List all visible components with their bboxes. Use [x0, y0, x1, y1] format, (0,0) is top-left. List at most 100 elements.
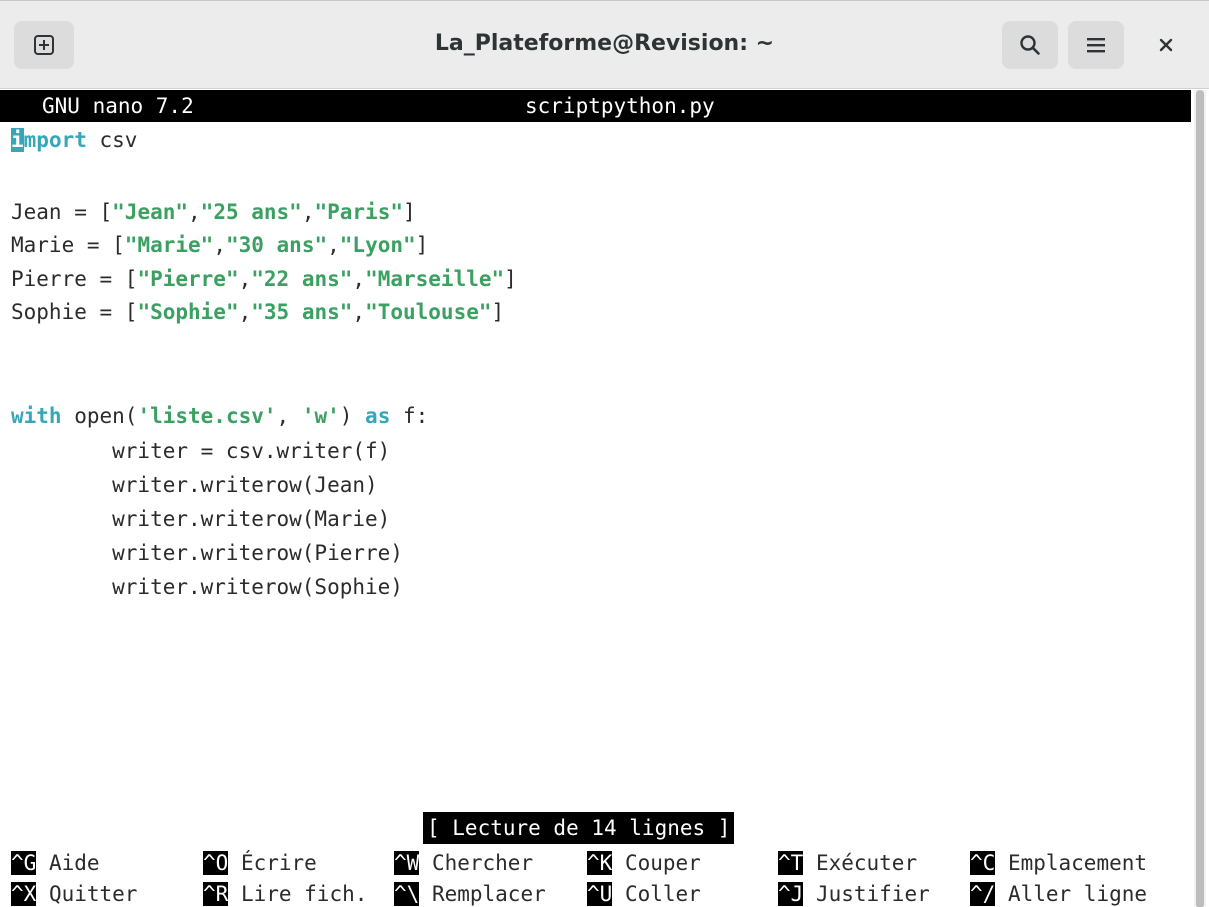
- code-token: ): [339, 404, 366, 428]
- nano-version: GNU nano 7.2: [42, 94, 194, 118]
- code-token: = [: [86, 300, 138, 324]
- code-token: "Jean": [112, 200, 189, 224]
- code-token: ,: [327, 233, 340, 257]
- shortcut-key: ^\: [394, 882, 420, 906]
- shortcut-key: ^T: [778, 851, 804, 875]
- code-line-3: Jean = ["Jean","25 ans","Paris"]: [11, 197, 416, 227]
- shortcut-key: ^C: [970, 851, 996, 875]
- scrollbar-thumb[interactable]: [1196, 90, 1204, 907]
- code-token: with: [11, 404, 62, 428]
- code-line-13: writer.writerow(Pierre): [11, 541, 403, 565]
- shortcut-justify[interactable]: ^J Justifier: [778, 879, 930, 907]
- code-token: "22 ans": [251, 267, 353, 291]
- code-token: ,: [301, 200, 315, 224]
- shortcut-key: ^J: [778, 882, 804, 906]
- code-token: open(: [61, 404, 138, 428]
- code-line-6: Sophie = ["Sophie","35 ans","Toulouse"]: [11, 297, 504, 327]
- shortcut-label: Exécuter: [803, 851, 918, 875]
- shortcut-key: ^/: [970, 882, 996, 906]
- shortcut-label: Emplacement: [995, 851, 1148, 875]
- code-token: "30 ans": [225, 233, 328, 257]
- code-token: ]: [403, 200, 416, 224]
- hamburger-menu-icon: [1087, 38, 1105, 53]
- code-token: ,: [238, 300, 252, 324]
- code-line-14: writer.writerow(Sophie): [11, 575, 403, 599]
- code-token: = [: [86, 267, 138, 291]
- shortcut-label: Chercher: [419, 851, 534, 875]
- shortcut-help[interactable]: ^G Aide: [11, 848, 100, 878]
- nano-filename: scriptpython.py: [525, 94, 715, 118]
- shortcut-key: ^W: [394, 851, 420, 875]
- code-token: ]: [491, 300, 505, 324]
- code-token: "Lyon": [339, 233, 416, 257]
- shortcut-label: Lire fich.: [228, 882, 368, 906]
- shortcut-label: Couper: [612, 851, 701, 875]
- shortcut-cut[interactable]: ^K Couper: [587, 848, 701, 878]
- code-token: "Marie": [124, 233, 214, 257]
- shortcut-write[interactable]: ^O Écrire: [203, 848, 317, 878]
- shortcut-key: ^K: [587, 851, 613, 875]
- code-token: ,: [238, 267, 252, 291]
- code-line-9: with open('liste.csv', 'w') as f:: [11, 401, 428, 431]
- shortcut-label: Aide: [36, 851, 100, 875]
- shortcut-paste[interactable]: ^U Coller: [587, 879, 701, 907]
- shortcut-key: ^G: [11, 851, 37, 875]
- close-icon: [1159, 38, 1173, 52]
- shortcut-label: Coller: [612, 882, 701, 906]
- shortcut-label: Quitter: [36, 882, 138, 906]
- close-button[interactable]: [1136, 21, 1196, 69]
- shortcut-key: ^O: [203, 851, 229, 875]
- menu-button[interactable]: [1068, 21, 1124, 69]
- shortcut-label: Remplacer: [419, 882, 546, 906]
- shortcut-key: ^R: [203, 882, 229, 906]
- code-token: "Paris": [314, 200, 403, 224]
- code-token: "Sophie": [137, 300, 239, 324]
- search-button[interactable]: [1002, 21, 1058, 69]
- code-token: ]: [415, 233, 429, 257]
- nano-header-bar: GNU nano 7.2 scriptpython.py: [0, 90, 1191, 122]
- code-token: "Marseille": [365, 267, 505, 291]
- code-token: ,: [352, 267, 366, 291]
- code-token: "35 ans": [251, 300, 353, 324]
- shortcut-row-2: ^X Quitter ^R Lire fich. ^\ Remplacer ^U…: [11, 879, 1147, 907]
- shortcut-read-file[interactable]: ^R Lire fich.: [203, 879, 367, 907]
- code-token: "Toulouse": [365, 300, 492, 324]
- shortcut-replace[interactable]: ^\ Remplacer: [394, 879, 546, 907]
- code-line-4: Marie = ["Marie","30 ans","Lyon"]: [11, 230, 428, 260]
- text-cursor: i: [11, 128, 24, 152]
- shortcut-key: ^X: [11, 882, 37, 906]
- code-token: ,: [276, 404, 302, 428]
- terminal-area[interactable]: GNU nano 7.2 scriptpython.py import csv …: [0, 90, 1209, 907]
- vertical-scrollbar[interactable]: [1194, 90, 1206, 907]
- code-token: csv: [86, 128, 138, 152]
- code-token: Pierre: [11, 267, 87, 291]
- shortcut-key: ^U: [587, 882, 613, 906]
- shortcut-location[interactable]: ^C Emplacement: [970, 848, 1147, 878]
- terminal-window: La_Plateforme@Revision: ~ GNU nano 7.2 s: [0, 0, 1209, 907]
- shortcut-label: Justifier: [803, 882, 930, 906]
- shortcut-row-1: ^G Aide ^O Écrire ^W Chercher ^K Couper …: [11, 848, 1147, 878]
- code-token: Jean: [11, 200, 62, 224]
- code-token: ,: [352, 300, 366, 324]
- code-token: 'w': [301, 404, 340, 428]
- code-token: "25 ans": [200, 200, 302, 224]
- shortcut-quit[interactable]: ^X Quitter: [11, 879, 137, 907]
- shortcut-label: Écrire: [228, 851, 317, 875]
- shortcut-go-to-line[interactable]: ^/ Aller ligne: [970, 879, 1147, 907]
- code-token: Sophie: [11, 300, 87, 324]
- code-token: ,: [213, 233, 226, 257]
- code-line-10: writer = csv.writer(f): [11, 439, 391, 463]
- code-token: ,: [188, 200, 201, 224]
- search-icon: [1020, 35, 1040, 55]
- window-title: La_Plateforme@Revision: ~: [434, 31, 775, 56]
- code-token: = [: [61, 200, 113, 224]
- new-tab-button[interactable]: [14, 21, 74, 69]
- code-token: "Pierre": [137, 267, 239, 291]
- code-line-12: writer.writerow(Marie): [11, 507, 391, 531]
- code-token: f:: [390, 404, 429, 428]
- shortcut-execute[interactable]: ^T Exécuter: [778, 848, 917, 878]
- code-token: ]: [504, 267, 517, 291]
- code-token: 'liste.csv': [137, 404, 277, 428]
- shortcut-search[interactable]: ^W Chercher: [394, 848, 533, 878]
- title-bar: La_Plateforme@Revision: ~: [0, 1, 1209, 89]
